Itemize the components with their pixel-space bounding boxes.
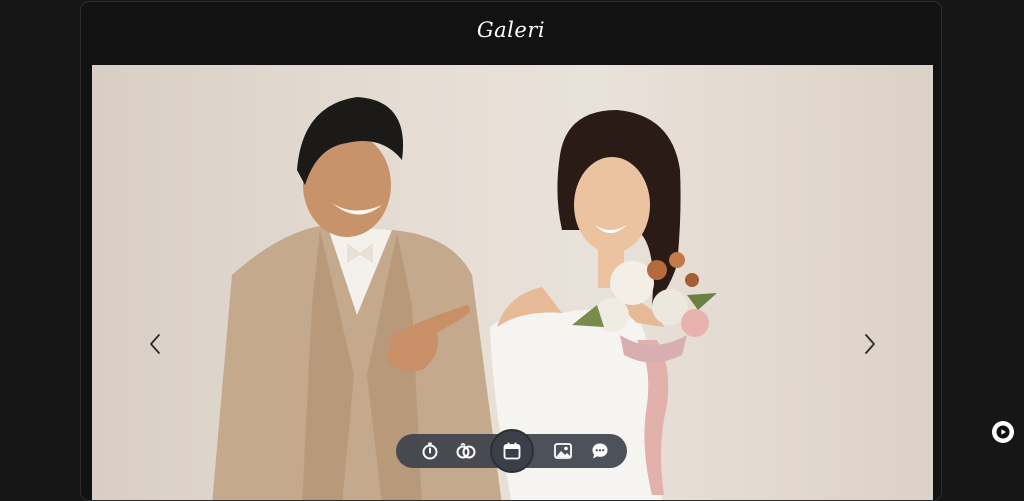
page-title: Galeri — [476, 18, 546, 42]
nav-countdown-button[interactable] — [419, 440, 441, 462]
chevron-right-icon — [865, 334, 875, 354]
gallery-card: Galeri — [80, 1, 942, 501]
music-toggle-button[interactable] — [992, 421, 1014, 443]
bottom-navigation-dock — [396, 429, 627, 473]
image-icon — [554, 443, 572, 459]
play-disc-icon — [996, 425, 1010, 439]
nav-gallery-button[interactable] — [552, 440, 574, 462]
nav-event-button[interactable] — [490, 429, 534, 473]
rings-icon — [456, 443, 476, 459]
chat-bubble-icon — [592, 443, 608, 459]
prev-image-button[interactable] — [145, 330, 165, 358]
nav-wishes-button[interactable] — [589, 440, 611, 462]
next-image-button[interactable] — [860, 330, 880, 358]
calendar-icon — [503, 442, 521, 460]
nav-couple-button[interactable] — [455, 440, 477, 462]
chevron-left-icon — [150, 334, 160, 354]
stopwatch-icon — [422, 442, 438, 460]
